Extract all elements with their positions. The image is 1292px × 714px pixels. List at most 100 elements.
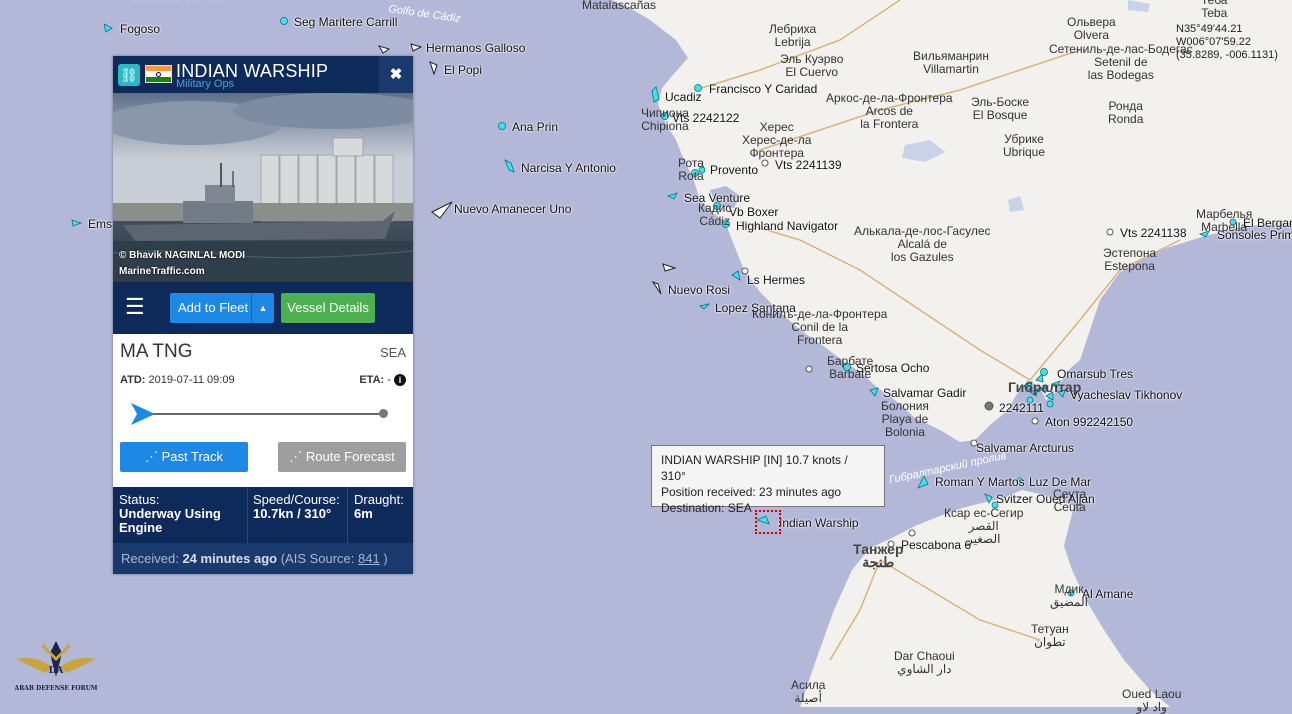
place-label: Болония Playa de Bolonia [881,399,929,439]
received-info: Received: 24 minutes ago (AIS Source: 84… [113,543,413,574]
place-label: Барбате Barbate [827,354,874,381]
vessel-label[interactable]: Carrefera Do Mar [130,0,223,2]
status-value: Underway Using Engine [119,506,221,535]
add-to-fleet-button[interactable]: Add to Fleet ▲ [170,293,274,323]
place-label: Асила أصيلة [791,678,826,705]
arab-defense-forum-logo: DA ARAB DEFENSE FORUM [12,637,100,699]
fleet-dropdown-caret-icon[interactable]: ▲ [251,293,274,323]
received-time: 24 minutes ago [182,551,278,566]
vessel-label[interactable]: Francisco Y Caridad [709,82,817,96]
vessel-label[interactable]: Seg Maritere Carrill [294,15,397,29]
draught-stat: Draught: 6m [354,493,412,521]
vessel-stats: Status: Underway Using Engine Speed/Cour… [113,487,413,543]
tooltip-line-2: Position received: 23 minutes ago [661,485,842,499]
origin-port: MA TNG [120,341,193,362]
place-label: Марбелья Marbella [1196,207,1253,234]
forum-emblem-icon: DA [16,641,96,677]
place-label: Ксар ес-Сегир القصر الصغير [944,506,1024,546]
vessel-details-button[interactable]: Vessel Details [281,293,375,323]
vessel-label[interactable]: Ls Hermes [747,273,805,287]
vessel-label[interactable]: El Popi [444,63,482,77]
place-label: Ольвера Olvera [1067,15,1116,42]
place-label: Ронда Ronda [1108,99,1144,126]
route-forecast-button[interactable]: ⋰ Route Forecast [278,442,406,472]
major-place-label: Танжер طنجة [853,541,904,570]
route-forecast-icon: ⋰ [289,449,306,464]
vessel-info-panel: ⛓ INDIAN WARSHIP Military Ops ✖ © Bhavik… [113,56,413,574]
vessel-label[interactable]: Fogoso [120,22,160,36]
place-label: Алькала-де-лос-Гасулес Alcalá de los Gaz… [854,224,991,264]
photo-credit-site: MarineTraffic.com [119,266,205,277]
vessel-label[interactable]: Vb Boxer [729,205,778,219]
decimal-readout: (35.8289, -006.1131) [1176,49,1278,61]
voyage-vessel-icon [131,403,155,425]
forum-emblem-mark: DA [49,666,65,676]
vessel-label[interactable]: Ucadiz [665,90,702,104]
place-label: Dar Chaoui دار الشاوي [894,649,955,676]
vessel-label[interactable]: Hermanos Galloso [426,41,525,55]
tooltip-line-1: INDIAN WARSHIP [IN] 10.7 knots / 310° [661,453,848,483]
vessel-photo[interactable]: © Bhavik NAGINLAL MODI MarineTraffic.com [113,93,413,282]
vessel-label[interactable]: Narcisa Y Antonio [521,161,616,175]
vessel-label[interactable]: Indian Warship [779,516,859,530]
place-label: Кадис Cádiz [698,201,732,228]
vessel-label[interactable]: Al Amane [1082,587,1133,601]
add-to-fleet-label: Add to Fleet [178,300,249,315]
vessel-label[interactable]: Ana Prin [512,120,558,134]
voyage-destination-dot [379,409,388,418]
vessel-label[interactable]: Salvamar Gadir [883,386,966,400]
panel-toolbar: ☰ Add to Fleet ▲ Vessel Details [113,282,413,334]
eta: ETA: - i [359,374,406,386]
place-label: Эстепона Estepona [1103,246,1157,273]
place-label: Чипиона Chipiona [641,106,689,133]
past-track-icon: ⋰ [144,449,162,464]
major-place-label: Гибралтар [1008,379,1082,395]
place-label: Убрике Ubrique [1003,132,1046,159]
vessel-label[interactable]: Vts 2241138 [1120,226,1187,240]
place-label: Лебриха Lebrija [769,22,817,49]
forum-name: ARAB DEFENSE FORUM [14,685,98,692]
latitude-readout: N35°49'44.21 [1176,23,1243,35]
place-label: Тетуан تطوان [1031,622,1069,649]
place-label: Конилъ-де-ла-Фронтера Conil de la Fronte… [752,307,888,347]
ais-source-link[interactable]: 841 [358,551,380,566]
destination-port: SEA [379,345,406,360]
place-label: Сетениль-де-лас-Бодегас Setenil de las B… [1049,42,1193,82]
vessel-hover-tooltip: INDIAN WARSHIP [IN] 10.7 knots / 310° Po… [651,445,885,515]
place-label: Аркос-де-ла-Фронтера Arcos de la Fronter… [826,91,953,131]
place-label: Oued Laou واد لاو [1122,687,1182,714]
atd: ATD: 2019-07-11 09:09 [120,374,235,386]
india-flag-icon [145,65,172,83]
draught-value: 6m [354,506,373,521]
status-stat: Status: Underway Using Engine [119,493,244,535]
vessel-label[interactable]: Nuevo Rosi [668,283,730,297]
place-label: Эль-Боске El Bosque [971,95,1030,122]
vessel-label[interactable]: Aton 992242150 [1045,415,1133,429]
past-track-button[interactable]: ⋰ Past Track [120,442,248,472]
close-button[interactable]: ✖ [379,56,413,93]
selected-vessel-marker[interactable] [755,510,781,534]
vessel-label[interactable]: Provento [710,163,758,177]
voyage-times: ATD: 2019-07-11 09:09 ETA: - i [120,374,406,386]
place-label: Херес Херес-де-ла Фронтера [742,120,812,160]
speed-course-value: 10.7kn / 310° [253,506,332,521]
vessel-label[interactable]: 2242111 [999,401,1044,415]
speed-course-stat: Speed/Course: 10.7kn / 310° [253,493,348,521]
panel-header: ⛓ INDIAN WARSHIP Military Ops ✖ [113,56,413,93]
place-label: Эль Куэрво El Cuervo [780,52,844,79]
place-label: Рота Rota [678,156,704,183]
vessel-label[interactable]: Roman Y Martos [935,475,1025,489]
vessel-label[interactable]: Ems [88,217,112,231]
place-label: Мдик المضيق [1050,582,1088,609]
place-label: Теба Teba [1201,0,1228,20]
vessel-type: Military Ops [176,78,235,90]
longitude-readout: W006°07'59.22 [1176,36,1251,48]
voyage-progress-line [138,413,385,415]
vessel-label[interactable]: Nuevo Amanecer Uno [454,202,571,216]
vessel-label[interactable]: Highland Navigator [736,219,838,233]
vessel-label[interactable]: Vts 2241139 [775,158,842,172]
menu-icon[interactable]: ☰ [125,296,147,318]
link-icon[interactable]: ⛓ [118,64,140,86]
info-icon[interactable]: i [394,374,406,386]
vessel-label[interactable]: Vyacheslav Tikhonov [1070,388,1182,402]
